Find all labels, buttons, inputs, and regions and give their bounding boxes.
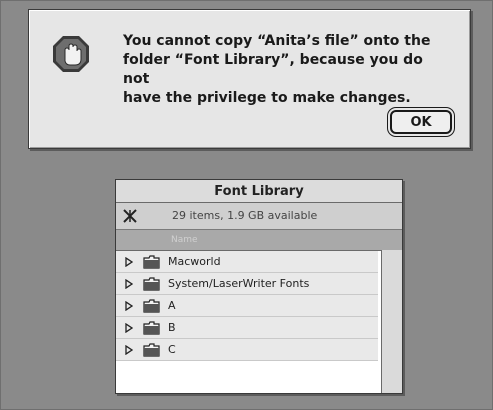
alert-message: You cannot copy “Anita’s file” onto the … xyxy=(123,33,431,106)
folder-icon xyxy=(143,298,160,313)
folder-icon xyxy=(143,320,160,335)
vertical-scrollbar[interactable] xyxy=(381,250,402,393)
item-name: A xyxy=(168,299,176,312)
list-item[interactable]: B xyxy=(116,317,378,339)
stop-hand-icon xyxy=(53,36,89,72)
item-name: Macworld xyxy=(168,255,221,268)
finder-window: Font Library 29 items, 1.9 GB available … xyxy=(115,179,403,394)
item-name: System/LaserWriter Fonts xyxy=(168,277,310,290)
window-info-bar: 29 items, 1.9 GB available xyxy=(116,203,402,230)
list-item[interactable]: System/LaserWriter Fonts xyxy=(116,273,378,295)
file-list: Macworld System/LaserWriter Fonts A B C xyxy=(116,251,402,361)
column-header-label: Name xyxy=(171,235,198,245)
item-name: B xyxy=(168,321,176,334)
list-item[interactable]: Macworld xyxy=(116,251,378,273)
list-item[interactable]: C xyxy=(116,339,378,361)
disclosure-triangle-icon[interactable] xyxy=(125,278,133,289)
items-available-text: 29 items, 1.9 GB available xyxy=(172,209,318,222)
disclosure-triangle-icon[interactable] xyxy=(125,344,133,355)
item-name: C xyxy=(168,343,176,356)
disclosure-triangle-icon[interactable] xyxy=(125,256,133,267)
name-column-header[interactable]: Name xyxy=(116,230,402,251)
disclosure-triangle-icon[interactable] xyxy=(125,300,133,311)
list-item[interactable]: A xyxy=(116,295,378,317)
folder-icon xyxy=(143,342,160,357)
folder-icon xyxy=(143,276,160,291)
ok-button[interactable]: OK xyxy=(390,110,452,134)
window-titlebar[interactable]: Font Library xyxy=(116,180,402,203)
disclosure-triangle-icon[interactable] xyxy=(125,322,133,333)
folder-icon xyxy=(143,254,160,269)
window-title: Font Library xyxy=(214,183,304,199)
no-write-privileges-icon xyxy=(123,209,137,223)
desktop: You cannot copy “Anita’s file” onto the … xyxy=(0,0,493,410)
alert-dialog: You cannot copy “Anita’s file” onto the … xyxy=(28,9,471,149)
